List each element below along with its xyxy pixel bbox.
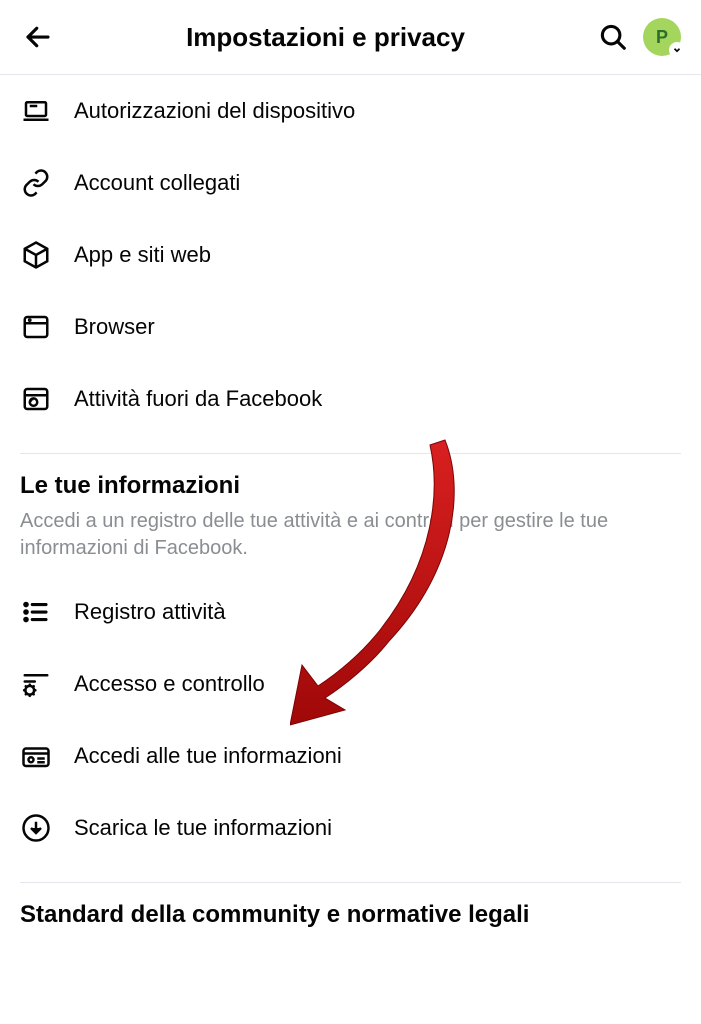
menu-item-download-info[interactable]: Scarica le tue informazioni [0, 792, 701, 864]
menu-item-activity-log[interactable]: Registro attività [0, 576, 701, 648]
download-icon [20, 812, 52, 844]
menu-label: Scarica le tue informazioni [74, 815, 332, 841]
divider [20, 453, 681, 454]
settings-list-icon [20, 668, 52, 700]
menu-item-browser[interactable]: Browser [0, 291, 701, 363]
avatar-initial: P [656, 27, 668, 48]
cube-icon [20, 239, 52, 271]
browser-icon [20, 311, 52, 343]
page-title: Impostazioni e privacy [56, 22, 595, 53]
profile-avatar[interactable]: P [643, 18, 681, 56]
menu-label: Registro attività [74, 599, 226, 625]
menu-label: Accedi alle tue informazioni [74, 743, 342, 769]
menu-item-device-auth[interactable]: Autorizzazioni del dispositivo [0, 75, 701, 147]
section-title: Le tue informazioni [20, 472, 681, 500]
menu-label: Browser [74, 314, 155, 340]
menu-item-access-control[interactable]: Accesso e controllo [0, 648, 701, 720]
search-icon [598, 22, 628, 52]
section-community-standards: Standard della community e normative leg… [0, 901, 701, 929]
menu-label: App e siti web [74, 242, 211, 268]
menu-item-linked-accounts[interactable]: Account collegati [0, 147, 701, 219]
arrow-left-icon [23, 22, 53, 52]
menu-label: Autorizzazioni del dispositivo [74, 98, 355, 124]
menu-label: Accesso e controllo [74, 671, 265, 697]
link-icon [20, 167, 52, 199]
divider [20, 882, 681, 883]
chevron-down-icon [669, 42, 685, 58]
id-card-icon [20, 740, 52, 772]
back-button[interactable] [20, 19, 56, 55]
menu-label: Account collegati [74, 170, 240, 196]
menu-item-apps-websites[interactable]: App e siti web [0, 219, 701, 291]
menu-item-access-info[interactable]: Accedi alle tue informazioni [0, 720, 701, 792]
menu-label: Attività fuori da Facebook [74, 386, 322, 412]
list-icon [20, 596, 52, 628]
menu-item-off-facebook[interactable]: Attività fuori da Facebook [0, 363, 701, 435]
section-title: Standard della community e normative leg… [20, 901, 681, 929]
app-header: Impostazioni e privacy P [0, 0, 701, 75]
section-your-info: Le tue informazioni Accedi a un registro… [0, 472, 701, 562]
section-description: Accedi a un registro delle tue attività … [20, 508, 681, 562]
search-button[interactable] [595, 19, 631, 55]
activity-icon [20, 383, 52, 415]
laptop-icon [20, 95, 52, 127]
